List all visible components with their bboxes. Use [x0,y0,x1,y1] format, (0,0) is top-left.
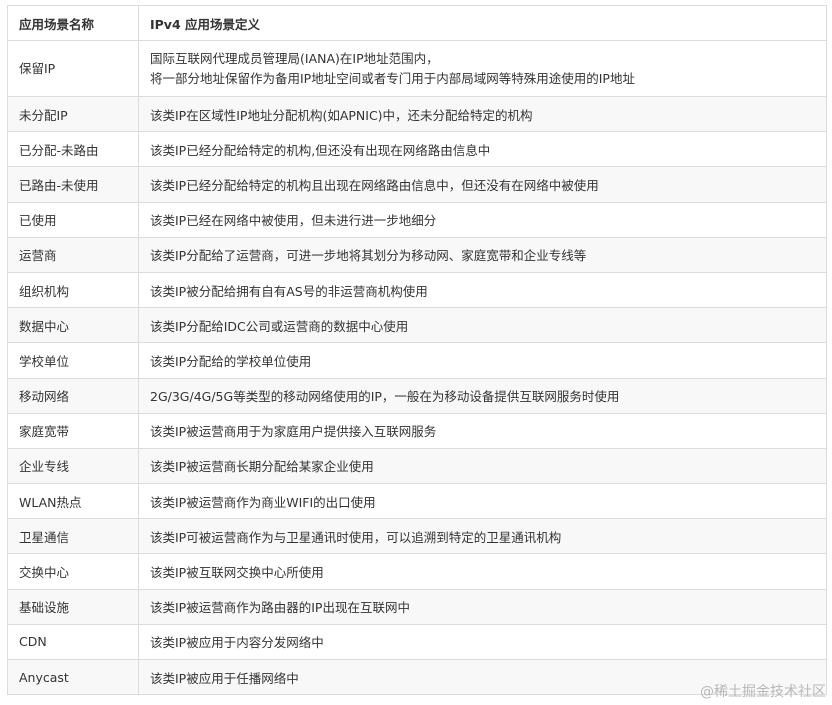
table-row: 家庭宽带 该类IP被运营商用于为家庭用户提供接入互联网服务 [7,412,827,449]
scenario-definition-cell: 该类IP被运营商长期分配给某家企业使用 [138,447,827,485]
definition-line: 该类IP分配给了运营商，可进一步地将其划分为移动网、家庭宽带和企业专线等 [150,248,587,264]
definition-line: 该类IP被分配给拥有自有AS号的非运营商机构使用 [150,283,428,299]
scenario-name-cell: 基础设施 [7,588,139,625]
definition-line: 该类IP可被运营商作为与卫星通讯时使用，可以追溯到特定的卫星通讯机构 [150,529,562,545]
scenario-name-cell: CDN [7,623,139,661]
scenario-name-cell: WLAN热点 [7,483,139,520]
scenario-definition-cell: 该类IP被运营商作为商业WIFI的出口使用 [138,483,827,520]
table-row: CDN 该类IP被应用于内容分发网络中 [7,623,827,661]
scenario-definition-cell: 该类IP分配给了运营商，可进一步地将其划分为移动网、家庭宽带和企业专线等 [138,236,827,273]
definition-line: 该类IP已经分配给特定的机构且出现在网络路由信息中，但还没有在网络中被使用 [150,177,599,193]
scenario-name-cell: 已分配-未路由 [7,131,139,168]
scenario-name-cell: 保留IP [7,40,139,97]
scenario-name-cell: 移动网络 [7,377,139,414]
scenario-definition-cell: 国际互联网代理成员管理局(IANA)在IP地址范围内， 将一部分地址保留作为备用I… [138,40,827,97]
scenario-name-cell: 组织机构 [7,271,139,309]
scenario-definition-cell: 2G/3G/4G/5G等类型的移动网络使用的IP，一般在为移动设备提供互联网服务… [138,377,827,414]
table-row: 保留IP 国际互联网代理成员管理局(IANA)在IP地址范围内， 将一部分地址保留作… [7,40,827,97]
table-row: 移动网络 2G/3G/4G/5G等类型的移动网络使用的IP，一般在为移动设备提供互… [7,377,827,414]
scenario-definition-cell: 该类IP在区域性IP地址分配机构(如APNIC)中，还未分配给特定的机构 [138,95,827,133]
definition-line: 该类IP被运营商作为商业WIFI的出口使用 [150,494,376,510]
definition-line: 国际互联网代理成员管理局(IANA)在IP地址范围内， [150,50,439,66]
table-header: 应用场景名称 IPv4 应用场景定义 [7,5,827,41]
definition-line: 该类IP在区域性IP地址分配机构(如APNIC)中，还未分配给特定的机构 [150,107,533,123]
table-row: 已路由-未使用 该类IP已经分配给特定的机构且出现在网络路由信息中，但还没有在网络… [7,166,827,203]
scenario-definition-cell: 该类IP分配给的学校单位使用 [138,342,827,379]
scenario-definition-cell: 该类IP被互联网交换中心所使用 [138,553,827,590]
scenario-name-cell: 卫星通信 [7,518,139,555]
definition-line: 该类IP被运营商用于为家庭用户提供接入互联网服务 [150,424,437,440]
scenario-definition-cell: 该类IP已经在网络中被使用，但未进行进一步地细分 [138,201,827,238]
table-row: WLAN热点 该类IP被运营商作为商业WIFI的出口使用 [7,483,827,520]
table-row: 组织机构 该类IP被分配给拥有自有AS号的非运营商机构使用 [7,271,827,309]
scenario-definition-cell: 该类IP分配给IDC公司或运营商的数据中心使用 [138,307,827,344]
definition-line: 该类IP被运营商作为路由器的IP出现在互联网中 [150,600,410,616]
table-row: 企业专线 该类IP被运营商长期分配给某家企业使用 [7,447,827,485]
definition-line: 该类IP被应用于内容分发网络中 [150,635,324,651]
scenario-name-cell: Anycast [7,658,139,696]
scenario-definition-cell: 该类IP已经分配给特定的机构且出现在网络路由信息中，但还没有在网络中被使用 [138,166,827,203]
definition-line: 该类IP被运营商长期分配给某家企业使用 [150,459,374,475]
scenario-name-cell: 数据中心 [7,307,139,344]
scenario-definition-cell: 该类IP被分配给拥有自有AS号的非运营商机构使用 [138,271,827,309]
scenario-name-cell: 企业专线 [7,447,139,485]
scenario-name-cell: 未分配IP [7,95,139,133]
scenario-name-cell: 已使用 [7,201,139,238]
scenario-definition-cell: 该类IP被运营商作为路由器的IP出现在互联网中 [138,588,827,625]
table-row: 学校单位 该类IP分配给的学校单位使用 [7,342,827,379]
header-scenario-definition: IPv4 应用场景定义 [138,5,827,41]
scenario-definition-cell: 该类IP可被运营商作为与卫星通讯时使用，可以追溯到特定的卫星通讯机构 [138,518,827,555]
table-row: 基础设施 该类IP被运营商作为路由器的IP出现在互联网中 [7,588,827,625]
table-row: 运营商 该类IP分配给了运营商，可进一步地将其划分为移动网、家庭宽带和企业专线等 [7,236,827,273]
table-row: 交换中心 该类IP被互联网交换中心所使用 [7,553,827,590]
scenario-name-cell: 家庭宽带 [7,412,139,449]
scenario-definition-cell: 该类IP被运营商用于为家庭用户提供接入互联网服务 [138,412,827,449]
header-row: 应用场景名称 IPv4 应用场景定义 [7,5,827,41]
definition-line: 该类IP被互联网交换中心所使用 [150,565,324,581]
definition-line: 该类IP已经在网络中被使用，但未进行进一步地细分 [150,213,437,229]
table-row: 已使用 该类IP已经在网络中被使用，但未进行进一步地细分 [7,201,827,238]
scenario-name-cell: 运营商 [7,236,139,273]
scenario-name-cell: 交换中心 [7,553,139,590]
scenario-definition-cell: 该类IP已经分配给特定的机构,但还没有出现在网络路由信息中 [138,131,827,168]
definition-line: 2G/3G/4G/5G等类型的移动网络使用的IP，一般在为移动设备提供互联网服务… [150,389,620,405]
scenario-definition-cell: 该类IP被应用于内容分发网络中 [138,623,827,661]
definition-line: 将一部分地址保留作为备用IP地址空间或者专门用于内部局域网等特殊用途使用的IP地… [150,70,635,86]
definition-line: 该类IP分配给IDC公司或运营商的数据中心使用 [150,318,409,334]
definition-line: 该类IP已经分配给特定的机构,但还没有出现在网络路由信息中 [150,142,491,158]
scenario-name-cell: 已路由-未使用 [7,166,139,203]
scenario-name-cell: 学校单位 [7,342,139,379]
table-row: 数据中心 该类IP分配给IDC公司或运营商的数据中心使用 [7,307,827,344]
table-row: 卫星通信 该类IP可被运营商作为与卫星通讯时使用，可以追溯到特定的卫星通讯机构 [7,518,827,555]
table-row: 未分配IP 该类IP在区域性IP地址分配机构(如APNIC)中，还未分配给特定的机… [7,95,827,133]
table-row: 已分配-未路由 该类IP已经分配给特定的机构,但还没有出现在网络路由信息中 [7,131,827,168]
table-body: 保留IP 国际互联网代理成员管理局(IANA)在IP地址范围内， 将一部分地址保留作… [7,40,827,696]
definition-line: 该类IP分配给的学校单位使用 [150,353,312,369]
header-scenario-name: 应用场景名称 [7,5,139,41]
watermark: @稀土掘金技术社区 [700,684,826,700]
ipv4-scenario-table: 应用场景名称 IPv4 应用场景定义 保留IP 国际互联网代理成员管理局(IANA… [7,5,827,696]
